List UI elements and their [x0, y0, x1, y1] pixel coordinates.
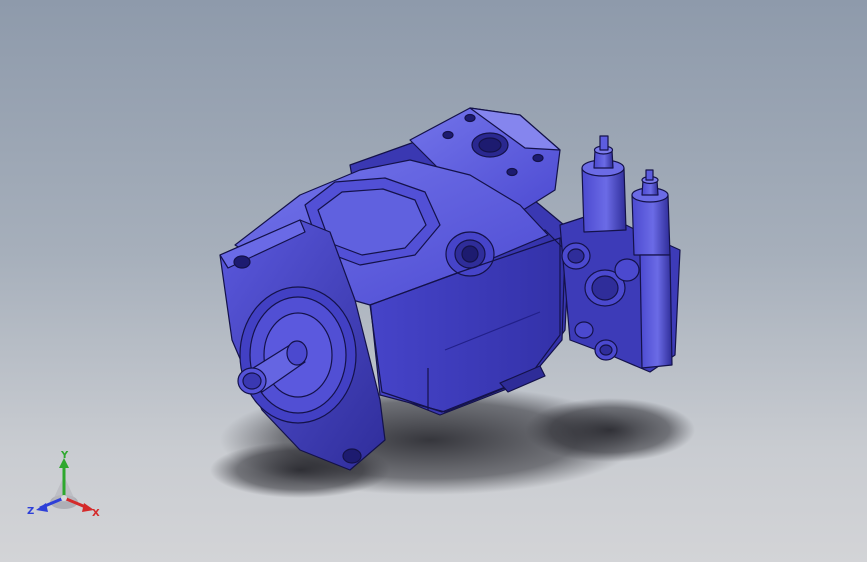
- orientation-triad[interactable]: Y X Z: [22, 446, 106, 524]
- y-axis-label: Y: [60, 450, 69, 461]
- triad-origin: [61, 495, 67, 501]
- control-valve-assembly[interactable]: [559, 135, 681, 373]
- x-axis-label: X: [92, 508, 100, 519]
- hydraulic-pump-model[interactable]: [0, 0, 867, 562]
- 3d-viewport[interactable]: Y X Z: [0, 0, 867, 562]
- z-axis-arrow-icon: [36, 503, 48, 512]
- z-axis-label: Z: [27, 506, 34, 517]
